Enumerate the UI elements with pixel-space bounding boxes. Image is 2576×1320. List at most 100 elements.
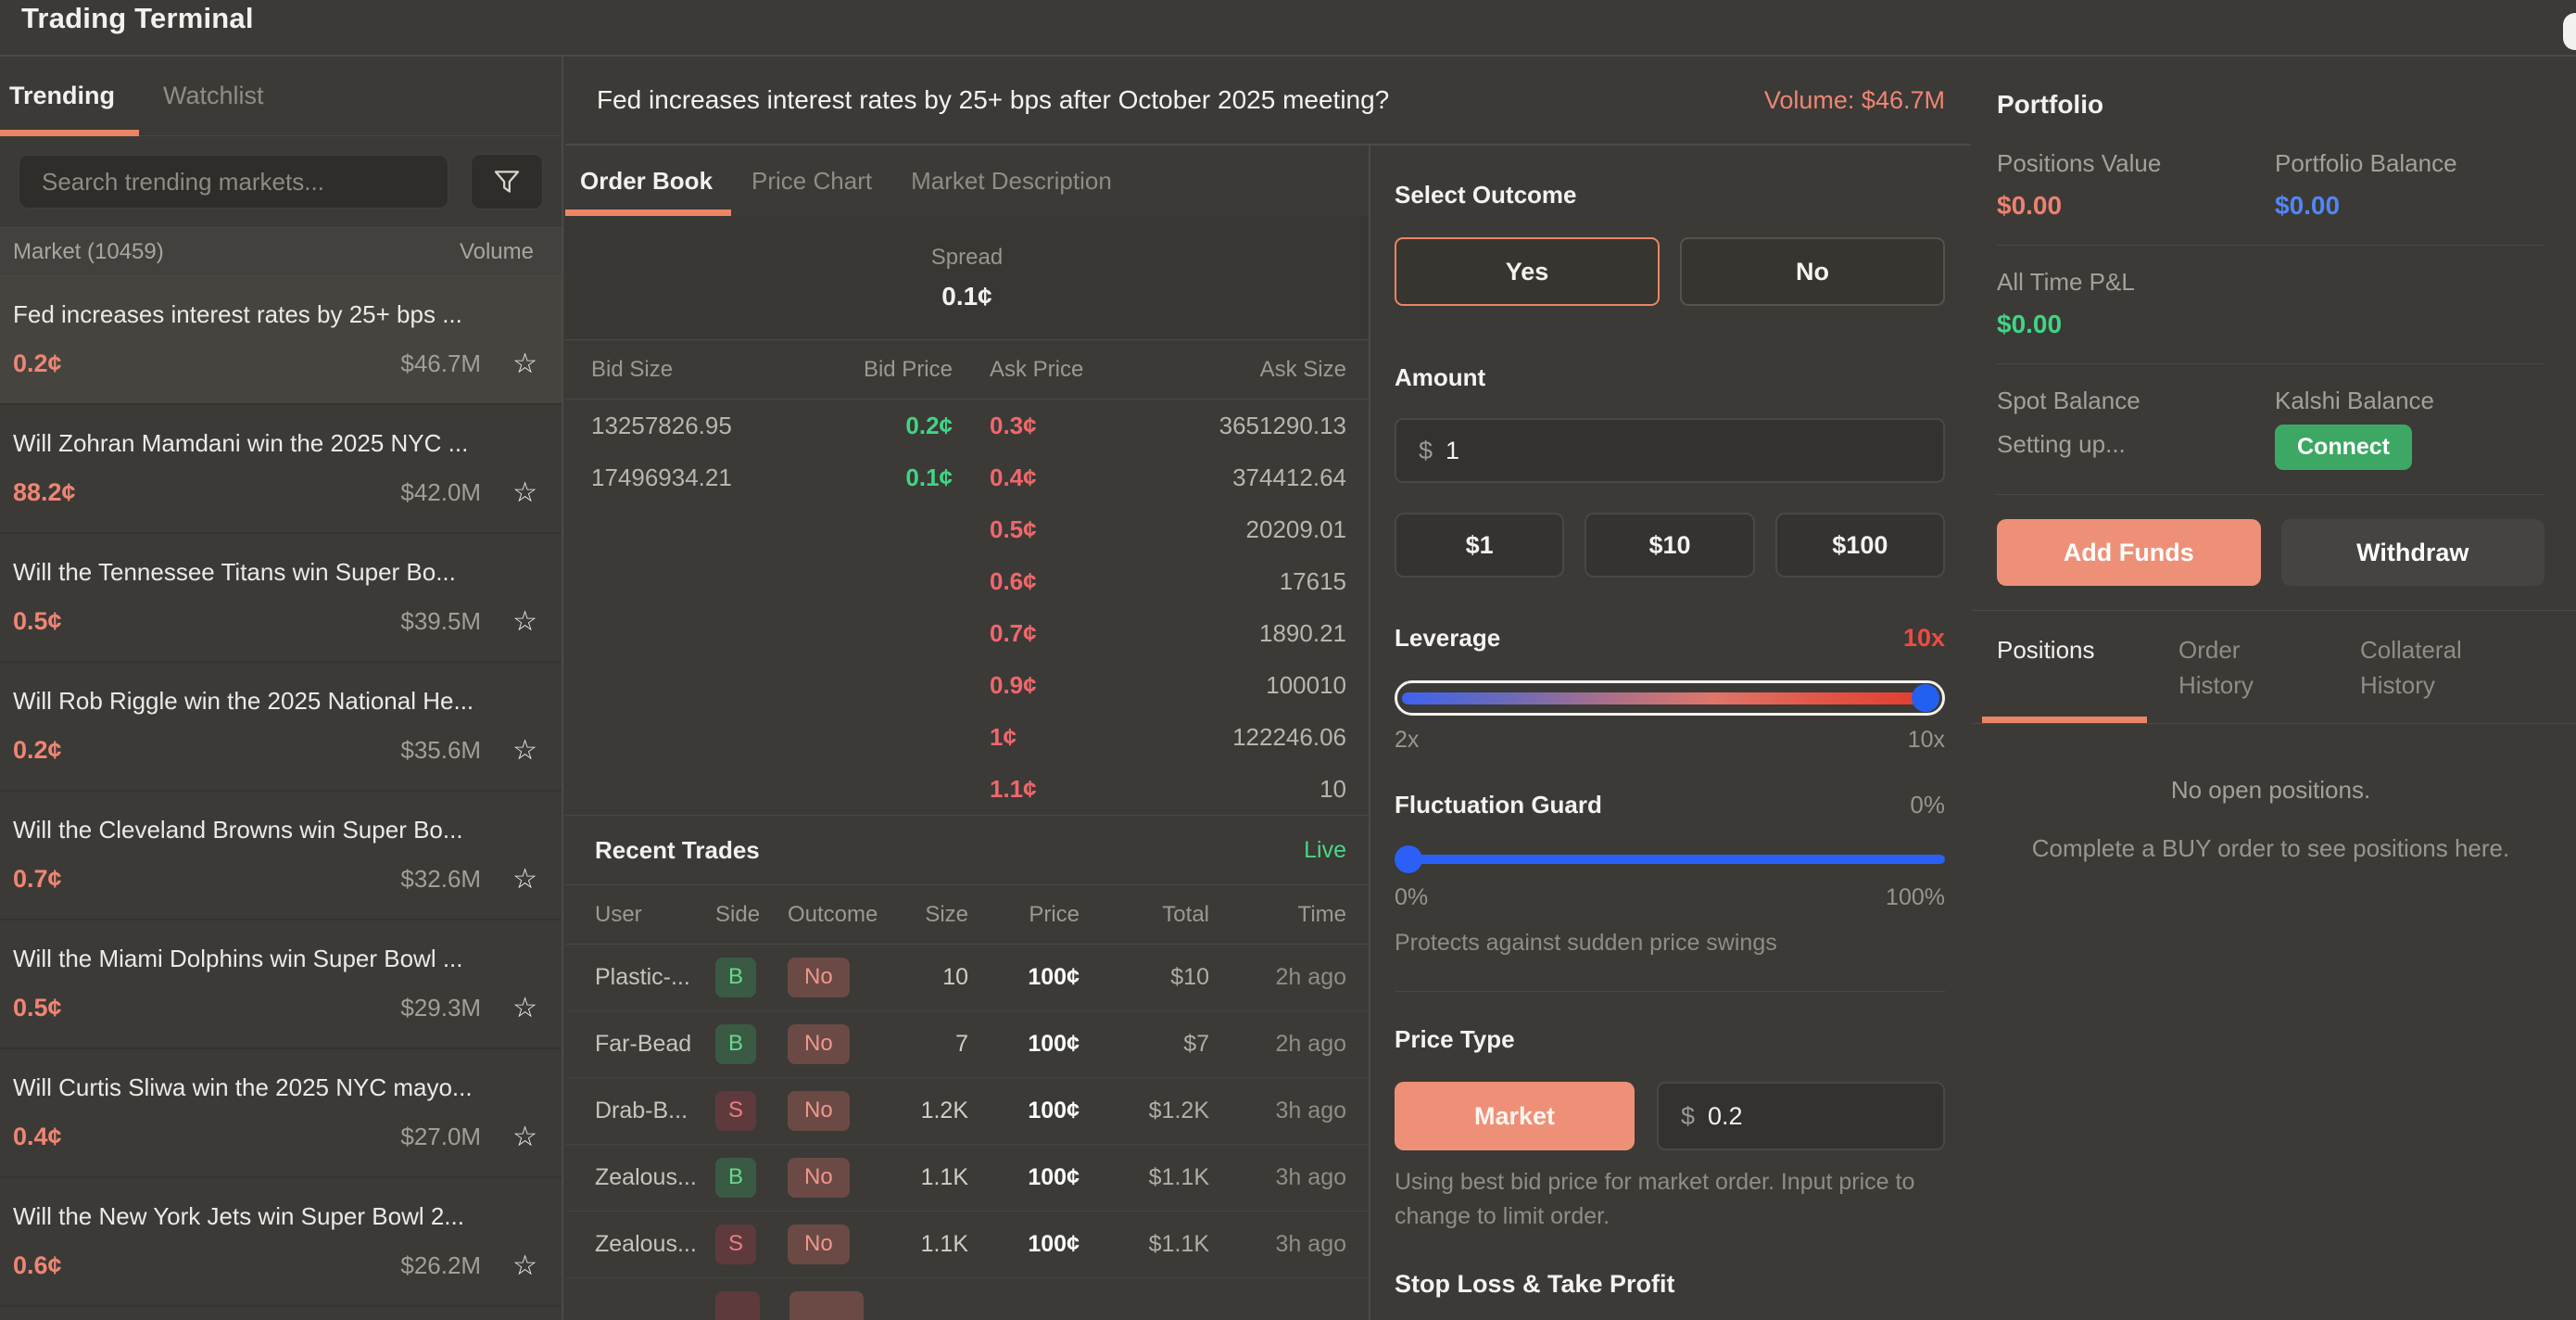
fluctuation-min-label: 0% xyxy=(1395,884,1428,911)
portfolio-tabs: Positions Order History Collateral Histo… xyxy=(1973,611,2576,723)
market-price: 0.4¢ xyxy=(13,1123,62,1151)
sidebar-tab[interactable]: Watchlist xyxy=(163,57,264,135)
orderbook-row[interactable]: 0.5¢ 20209.01 xyxy=(565,503,1369,555)
orderbook-row[interactable]: 0.7¢ 1890.21 xyxy=(565,607,1369,659)
market-volume: $46.7M xyxy=(400,349,481,378)
trade-price: 100¢ xyxy=(968,1231,1080,1258)
ask-size: 10 xyxy=(1147,775,1346,804)
col-price: Price xyxy=(968,902,1080,928)
market-list-header: Market (10459) Volume xyxy=(0,227,562,276)
bid-price: 0.1¢ xyxy=(777,463,953,492)
market-list-item[interactable]: Will the Cleveland Browns win Super Bo..… xyxy=(0,792,562,920)
portfolio-tab[interactable]: Positions xyxy=(1997,633,2136,723)
quick-amount-button[interactable]: $1 xyxy=(1395,513,1564,578)
orderbook-tab[interactable]: Order Book xyxy=(580,146,713,216)
market-list-item[interactable]: Will the Miami Dolphins win Super Bowl .… xyxy=(0,920,562,1049)
trade-total: $7 xyxy=(1080,1031,1209,1058)
bid-size: 13257826.95 xyxy=(591,412,777,440)
outcome-button[interactable]: Yes xyxy=(1395,237,1660,306)
star-icon[interactable]: ☆ xyxy=(512,866,537,894)
star-icon[interactable]: ☆ xyxy=(512,995,537,1022)
price-value: 0.2 xyxy=(1708,1102,1743,1131)
market-list-item[interactable]: Will Zohran Mamdani win the 2025 NYC ...… xyxy=(0,405,562,534)
market-list: Fed increases interest rates by 25+ bps … xyxy=(0,276,562,1320)
app-title: Trading Terminal xyxy=(21,2,254,35)
trade-row[interactable]: Drab-B... S No 1.2K 100¢ $1.2K 3h ago xyxy=(565,1078,1369,1145)
star-icon[interactable]: ☆ xyxy=(512,608,537,636)
orderbook-row[interactable]: 1.1¢ 10 xyxy=(565,763,1369,815)
side-badge: S xyxy=(715,1225,756,1264)
star-icon[interactable]: ☆ xyxy=(512,1252,537,1280)
price-currency-prefix: $ xyxy=(1681,1102,1695,1131)
search-row xyxy=(0,136,562,227)
sidebar-tab[interactable]: Trending xyxy=(9,57,115,135)
orderbook-row[interactable]: 0.9¢ 100010 xyxy=(565,659,1369,711)
quick-amount-buttons: $1 $10 $100 xyxy=(1395,513,1945,578)
positions-value-label: Positions Value xyxy=(1997,149,2275,178)
star-icon[interactable]: ☆ xyxy=(512,1123,537,1151)
amount-input[interactable]: $ 1 xyxy=(1395,418,1945,483)
trade-size: 10 xyxy=(871,964,968,991)
trade-row[interactable]: Zealous... S No 1.1K 100¢ $1.1K 3h ago xyxy=(565,1212,1369,1278)
withdraw-button[interactable]: Withdraw xyxy=(2281,519,2545,586)
leverage-slider-thumb[interactable] xyxy=(1912,684,1939,712)
trade-row[interactable]: Plastic-... B No 10 100¢ $10 2h ago xyxy=(565,945,1369,1011)
ask-size: 3651290.13 xyxy=(1147,412,1346,440)
market-order-button[interactable]: Market xyxy=(1395,1082,1635,1150)
orderbook-row[interactable]: 13257826.95 0.2¢ 0.3¢ 3651290.13 xyxy=(565,400,1369,451)
col-ask-size: Ask Size xyxy=(1147,357,1346,383)
orderbook-row[interactable]: 17496934.21 0.1¢ 0.4¢ 374412.64 xyxy=(565,451,1369,503)
star-icon[interactable]: ☆ xyxy=(512,479,537,507)
ask-price: 0.5¢ xyxy=(953,515,1147,544)
quick-amount-button[interactable]: $10 xyxy=(1585,513,1754,578)
orderbook-tab[interactable]: Price Chart xyxy=(751,146,872,216)
orderbook-row[interactable]: 0.6¢ 17615 xyxy=(565,555,1369,607)
market-list-item[interactable]: Will Rob Riggle win the 2025 National He… xyxy=(0,663,562,792)
fluctuation-slider-thumb[interactable] xyxy=(1395,845,1422,873)
portfolio-tab[interactable]: Order History xyxy=(2178,633,2317,723)
limit-price-input[interactable]: $ 0.2 xyxy=(1657,1082,1945,1150)
market-title: Will the Miami Dolphins win Super Bowl .… xyxy=(13,945,537,973)
trade-user: Far-Bead xyxy=(595,1031,715,1058)
trade-row-partial xyxy=(565,1278,1369,1320)
star-icon[interactable]: ☆ xyxy=(512,350,537,378)
no-positions-hint: Complete a BUY order to see positions he… xyxy=(1997,834,2544,863)
connect-button[interactable]: Connect xyxy=(2275,425,2412,470)
fluctuation-slider[interactable] xyxy=(1395,845,1945,873)
live-badge: Live xyxy=(1304,837,1346,864)
trade-total: $10 xyxy=(1080,964,1209,991)
market-price: 0.2¢ xyxy=(13,736,62,765)
market-title: Will the New York Jets win Super Bowl 2.… xyxy=(13,1202,537,1231)
market-list-item[interactable]: Will Curtis Sliwa win the 2025 NYC mayo.… xyxy=(0,1049,562,1178)
filter-button[interactable] xyxy=(471,154,543,209)
search-input[interactable] xyxy=(19,155,448,209)
portfolio-tab[interactable]: Collateral History xyxy=(2360,633,2522,723)
trade-row[interactable]: Zealous... B No 1.1K 100¢ $1.1K 3h ago xyxy=(565,1145,1369,1212)
market-price: 0.6¢ xyxy=(13,1251,62,1280)
leverage-max-label: 10x xyxy=(1908,727,1945,754)
market-list-item[interactable]: Will the Tennessee Titans win Super Bo..… xyxy=(0,534,562,663)
market-list-item[interactable]: Fed increases interest rates by 25+ bps … xyxy=(0,276,562,405)
leverage-value: 10x xyxy=(1903,624,1945,653)
ask-price: 1¢ xyxy=(953,723,1147,752)
orderbook-rows: 13257826.95 0.2¢ 0.3¢ 3651290.13 1749693… xyxy=(565,400,1369,815)
markets-sidebar: Trending Watchlist Market (10459) Volume… xyxy=(0,57,563,1320)
market-price: 0.7¢ xyxy=(13,865,62,894)
trade-row[interactable]: Far-Bead B No 7 100¢ $7 2h ago xyxy=(565,1011,1369,1078)
market-title: Fed increases interest rates by 25+ bps … xyxy=(13,300,537,329)
add-funds-button[interactable]: Add Funds xyxy=(1997,519,2261,586)
outcome-button[interactable]: No xyxy=(1680,237,1945,306)
orderbook-row[interactable]: 1¢ 122246.06 xyxy=(565,711,1369,763)
star-icon[interactable]: ☆ xyxy=(512,737,537,765)
orderbook-tab[interactable]: Market Description xyxy=(911,146,1112,216)
spread-box: Spread 0.1¢ xyxy=(565,216,1369,340)
leverage-slider[interactable] xyxy=(1395,680,1945,716)
market-list-item[interactable]: Will the New York Jets win Super Bowl 2.… xyxy=(0,1178,562,1307)
trade-size: 1.1K xyxy=(871,1231,968,1258)
trading-terminal-app: Trading Terminal Trending Watchlist Mark… xyxy=(0,0,2576,1320)
trade-user: Zealous... xyxy=(595,1231,715,1258)
quick-amount-button[interactable]: $100 xyxy=(1775,513,1945,578)
bid-price: 0.2¢ xyxy=(777,412,953,440)
trade-size: 7 xyxy=(871,1031,968,1058)
ask-price: 0.9¢ xyxy=(953,671,1147,700)
